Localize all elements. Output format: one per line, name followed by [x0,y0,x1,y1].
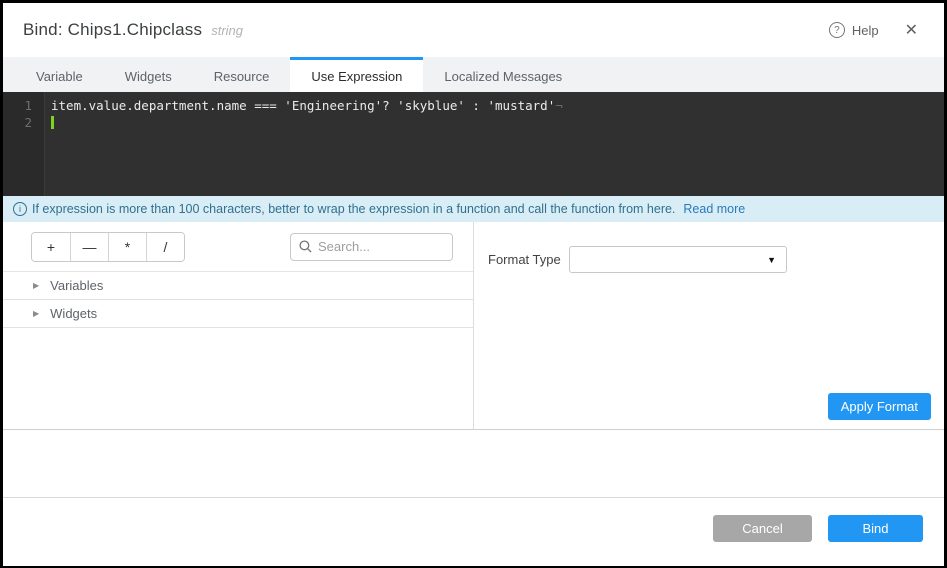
code-line-1: item.value.department.name === 'Engineer… [51,97,944,114]
tab-variable[interactable]: Variable [15,57,104,92]
chevron-right-icon[interactable]: ▶ [33,281,39,290]
tab-localized-messages[interactable]: Localized Messages [423,57,583,92]
tree-item-label: Variables [50,278,103,293]
multiply-operator-button[interactable]: * [108,233,146,261]
tab-bar: Variable Widgets Resource Use Expression… [3,57,944,92]
info-icon: i [13,202,27,216]
editor-gutter: 1 2 [3,92,45,196]
search-icon [299,240,312,253]
code-text: item.value.department.name === 'Engineer… [51,98,555,113]
bind-dialog: Bind: Chips1.Chipclass string ? Help ✕ V… [3,3,944,566]
operator-toolbar: + — * / [3,222,473,272]
help-icon: ? [829,22,845,38]
apply-format-button[interactable]: Apply Format [828,393,931,420]
read-more-link[interactable]: Read more [683,202,745,216]
operator-button-group: + — * / [31,232,185,262]
main-panels: + — * / ▶ Variables ▶ Widgets [3,222,944,430]
tree-item-widgets[interactable]: ▶ Widgets [3,300,473,328]
line-number: 1 [3,97,44,114]
divide-operator-button[interactable]: / [146,233,184,261]
dialog-footer: Cancel Bind [3,497,944,566]
hint-text: If expression is more than 100 character… [32,202,675,216]
tab-widgets[interactable]: Widgets [104,57,193,92]
plus-operator-button[interactable]: + [32,233,70,261]
close-icon[interactable]: ✕ [901,18,922,42]
eol-marker: ¬ [555,98,563,113]
bind-button[interactable]: Bind [828,515,923,542]
dialog-header: Bind: Chips1.Chipclass string ? Help ✕ [3,3,944,57]
editor-cursor [51,116,54,129]
source-panel: + — * / ▶ Variables ▶ Widgets [3,222,474,429]
help-label: Help [852,23,879,38]
tree-item-variables[interactable]: ▶ Variables [3,272,473,300]
chevron-right-icon[interactable]: ▶ [33,309,39,318]
cancel-button[interactable]: Cancel [713,515,812,542]
format-type-row: Format Type ▼ [488,246,931,273]
tree-item-label: Widgets [50,306,97,321]
search-input[interactable] [318,239,444,254]
code-line-2 [51,114,944,131]
dropdown-arrow-icon: ▼ [767,255,776,265]
search-box [290,233,453,261]
minus-operator-button[interactable]: — [70,233,108,261]
help-button[interactable]: ? Help [829,22,879,38]
tab-use-expression[interactable]: Use Expression [290,57,423,92]
property-type-label: string [211,23,243,38]
line-number: 2 [3,114,44,131]
expression-hint-bar: i If expression is more than 100 charact… [3,196,944,222]
format-type-label: Format Type [488,252,569,267]
format-type-select[interactable]: ▼ [569,246,787,273]
empty-area [3,430,944,497]
dialog-title: Bind: Chips1.Chipclass [23,20,202,40]
expression-editor[interactable]: 1 2 item.value.department.name === 'Engi… [3,92,944,196]
format-panel: Format Type ▼ Apply Format [474,222,944,429]
editor-code-area[interactable]: item.value.department.name === 'Engineer… [45,92,944,196]
tab-resource[interactable]: Resource [193,57,291,92]
